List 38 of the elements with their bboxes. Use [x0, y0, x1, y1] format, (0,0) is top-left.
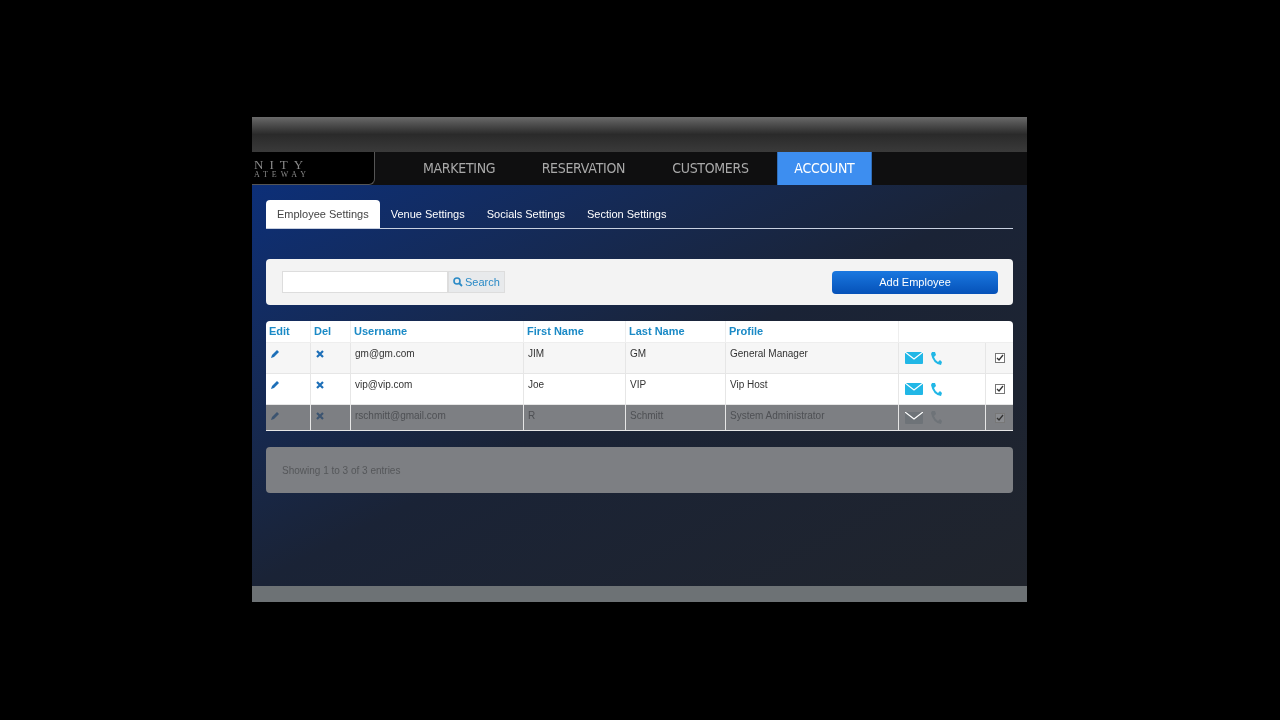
column-header: Del — [311, 321, 351, 342]
column-header: First Name — [524, 321, 626, 342]
settings-tab[interactable]: Socials Settings — [475, 200, 576, 228]
column-header: Username — [351, 321, 524, 342]
logo-subtext: ATEWAY — [254, 170, 312, 179]
table-cell: Vip Host — [730, 379, 768, 390]
delete-icon[interactable] — [316, 350, 324, 358]
search-field[interactable] — [282, 271, 448, 293]
column-header: Edit — [266, 321, 311, 342]
table-cell: Joe — [528, 379, 545, 390]
row-checkbox[interactable] — [994, 353, 1005, 363]
settings-tab[interactable]: Section Settings — [576, 200, 678, 228]
table-cell: vip@vip.com — [355, 379, 413, 390]
nav-tab[interactable]: RESERVATION — [524, 152, 643, 185]
pencil-icon[interactable] — [270, 349, 280, 359]
mail-icon[interactable] — [905, 383, 923, 395]
logo-text: NITY — [254, 157, 311, 171]
search-icon — [453, 277, 463, 287]
table-cell: General Manager — [730, 348, 808, 359]
settings-tab[interactable]: Venue Settings — [379, 200, 476, 228]
column-header: Last Name — [626, 321, 726, 342]
mail-icon[interactable] — [905, 352, 923, 364]
pencil-icon[interactable] — [270, 380, 280, 390]
mail-icon[interactable] — [905, 411, 923, 424]
table-cell: GM — [630, 348, 647, 359]
row-checkbox[interactable] — [994, 412, 1005, 423]
table-cell: JIM — [528, 348, 545, 359]
delete-icon[interactable] — [316, 381, 324, 389]
add-employee-button[interactable]: Add Employee — [832, 270, 998, 294]
settings-tab[interactable]: Employee Settings — [266, 200, 380, 228]
nav-tab[interactable]: CUSTOMERS — [655, 152, 766, 185]
table-cell: VIP — [630, 379, 647, 390]
phone-icon[interactable] — [930, 350, 942, 366]
row-checkbox[interactable] — [994, 384, 1005, 394]
nav-tab[interactable]: MARKETING — [405, 152, 513, 185]
phone-icon[interactable] — [930, 381, 942, 397]
column-header: Profile — [726, 321, 899, 342]
table-cell: gm@gm.com — [355, 348, 415, 359]
